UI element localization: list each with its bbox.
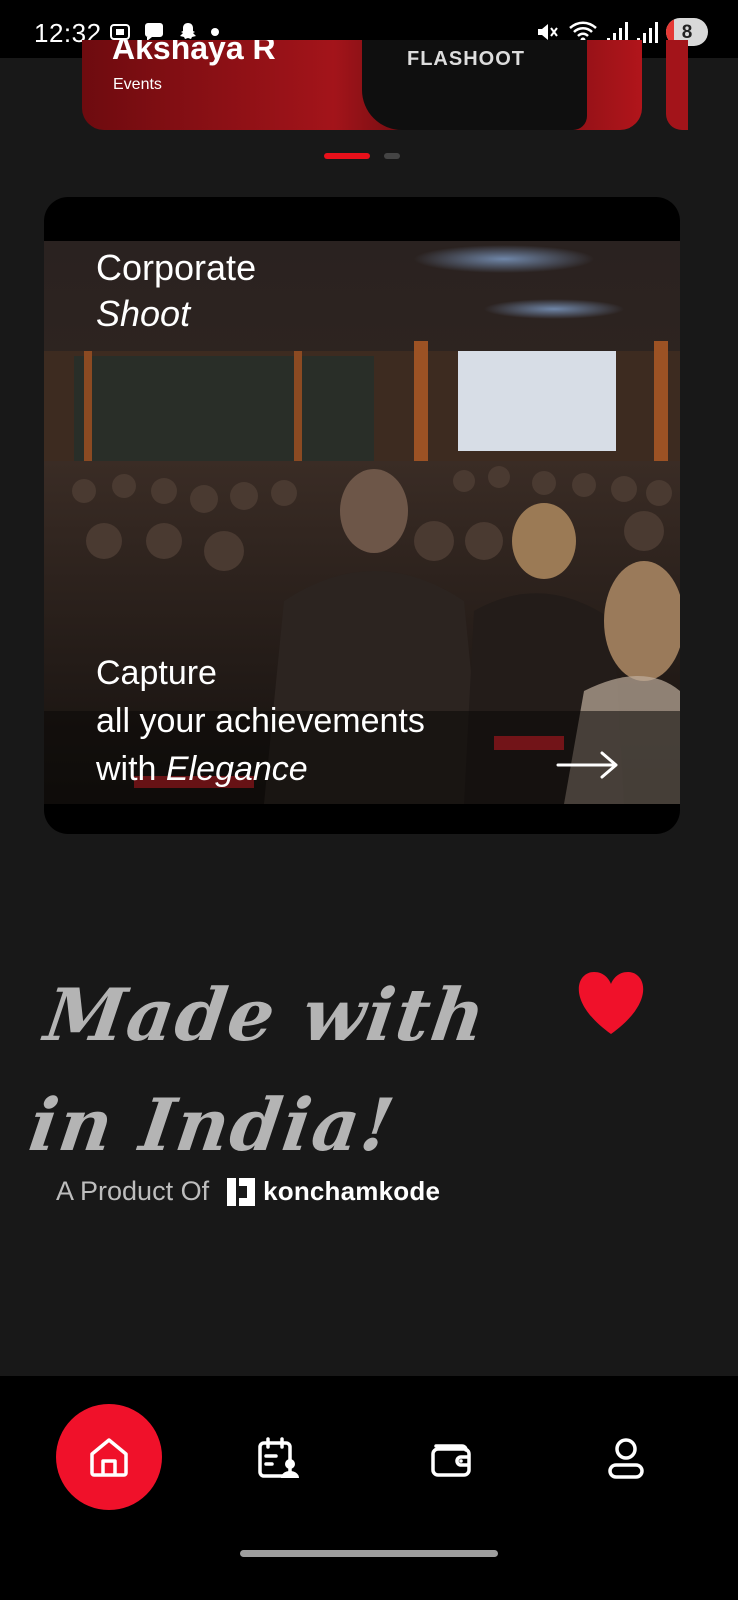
wallet-icon (431, 1444, 471, 1477)
bottom-navigation (0, 1376, 738, 1600)
arrow-right-icon[interactable] (556, 747, 620, 783)
shirt-logo-text: FLASHOOT (407, 48, 525, 70)
carousel-dot (384, 153, 400, 159)
brand[interactable]: konchamkode (227, 1176, 440, 1207)
brand-name: konchamkode (263, 1176, 441, 1206)
made-with-line2: in India! (24, 1082, 402, 1167)
event-card-name: Akshaya R (112, 40, 276, 66)
event-card-next[interactable] (666, 40, 688, 130)
home-indicator[interactable] (240, 1550, 498, 1557)
nav-bookings-button[interactable] (248, 1428, 308, 1488)
home-icon (90, 1438, 128, 1477)
product-label: A Product Of (56, 1176, 210, 1206)
shoot-title: Corporate Shoot (96, 245, 256, 337)
shoot-caption-line2: all your achievements (96, 702, 425, 740)
user-icon (608, 1438, 644, 1479)
nav-profile-button[interactable] (596, 1428, 656, 1488)
shoot-caption-line1: Capture (96, 654, 217, 692)
more-notifications-icon (211, 28, 219, 36)
shoot-title-line2: Shoot (96, 293, 191, 334)
shoot-title-line1: Corporate (96, 247, 257, 288)
made-with-line1: Made with (39, 972, 493, 1057)
made-with-love-text: Made with in India! (23, 960, 494, 1180)
event-card-category: Events (113, 76, 162, 93)
nav-wallet-button[interactable] (422, 1428, 482, 1488)
carousel-indicator (324, 153, 400, 159)
konchamkode-logo-icon (227, 1177, 256, 1206)
shoot-caption-line3-italic: Elegance (165, 750, 308, 788)
heart-icon (578, 972, 644, 1034)
carousel-dot-active (324, 153, 370, 159)
shoot-caption: Capture all your achievements with Elega… (96, 649, 425, 793)
calendar-user-icon (258, 1437, 299, 1478)
corporate-shoot-card[interactable]: Corporate Shoot Capture all your achieve… (44, 197, 680, 834)
nav-home-button[interactable] (56, 1404, 162, 1510)
shoot-caption-line3-prefix: with (96, 750, 166, 788)
event-card[interactable]: FLASHOOT Akshaya R Events (82, 40, 642, 130)
product-credit: A Product Of konchamkode (56, 1176, 440, 1207)
